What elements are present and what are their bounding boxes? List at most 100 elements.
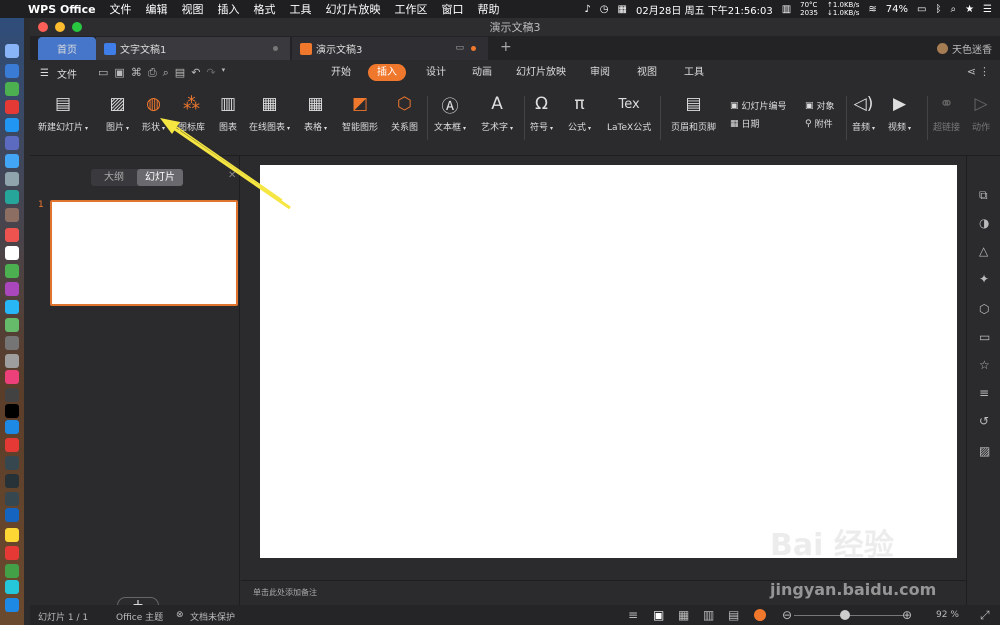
slide-number-button[interactable]: ▣ 幻灯片编号: [730, 99, 787, 113]
photos-icon[interactable]: [5, 282, 19, 296]
app-icon[interactable]: [5, 580, 19, 594]
icon-library-button[interactable]: ⁂ 图标库: [178, 94, 205, 133]
table-button[interactable]: ▦ 表格 ▾: [304, 94, 327, 133]
menu-edit[interactable]: 编辑: [146, 1, 168, 17]
tab-tools[interactable]: 工具: [675, 64, 713, 81]
print-preview-icon[interactable]: ⌕: [163, 66, 169, 80]
print-icon[interactable]: ⎙: [148, 66, 157, 80]
reading-view-icon[interactable]: ▥: [703, 608, 714, 622]
chart-button[interactable]: ▥ 图表: [219, 94, 237, 133]
slides-tab[interactable]: 幻灯片: [137, 169, 183, 186]
shapes-panel-icon[interactable]: ◑: [979, 216, 989, 230]
save-icon[interactable]: ▣: [114, 66, 124, 80]
datetime[interactable]: 02月28日 周五 下午21:56:03: [636, 2, 773, 17]
close-window-button[interactable]: [38, 22, 48, 32]
tab-home[interactable]: 首页: [38, 37, 96, 60]
wps-icon[interactable]: [5, 598, 19, 612]
terminal-icon[interactable]: [5, 456, 19, 470]
vpn-icon[interactable]: [5, 508, 19, 522]
object-button[interactable]: ▣ 对象: [805, 99, 835, 113]
app-name[interactable]: WPS Office: [28, 3, 96, 16]
calendar-app-icon[interactable]: [5, 228, 19, 242]
wordart-button[interactable]: A 艺术字 ▾: [481, 94, 513, 133]
bluetooth-icon[interactable]: ᛒ: [935, 4, 941, 15]
clock-icon[interactable]: ◷: [600, 4, 609, 15]
messages-icon[interactable]: [5, 300, 19, 314]
attachment-button[interactable]: ⚲ 附件: [805, 117, 833, 131]
tab-review[interactable]: 审阅: [581, 64, 619, 81]
app-icon[interactable]: [5, 154, 19, 168]
app-icon[interactable]: [5, 264, 19, 278]
notes-view-icon[interactable]: ≡: [628, 608, 638, 622]
file-menu-button[interactable]: ☰ 文件: [40, 66, 77, 81]
app-icon[interactable]: [5, 474, 19, 488]
tab-document-2[interactable]: 演示文稿3 ▭: [292, 37, 488, 60]
battery-percent[interactable]: 74%: [886, 4, 908, 15]
podcast-icon[interactable]: [5, 388, 19, 402]
menu-slideshow[interactable]: 幻灯片放映: [326, 1, 381, 17]
slide-canvas[interactable]: [260, 165, 957, 558]
app-icon[interactable]: [5, 190, 19, 204]
more-options-icon[interactable]: ⋮: [979, 65, 990, 78]
export-pdf-icon[interactable]: ▤: [175, 66, 185, 80]
app-icon[interactable]: [5, 528, 19, 542]
app-icon[interactable]: [5, 546, 19, 560]
app-icon[interactable]: [5, 438, 19, 452]
menu-insert[interactable]: 插入: [218, 1, 240, 17]
design-icon[interactable]: △: [979, 244, 988, 258]
app-icon[interactable]: [5, 208, 19, 222]
control-center-icon[interactable]: ☰: [983, 4, 992, 15]
zoom-in-icon[interactable]: ⊕: [902, 608, 912, 622]
notes-icon[interactable]: [5, 246, 19, 260]
outline-tab[interactable]: 大纲: [91, 169, 137, 186]
bell-icon[interactable]: ♪: [584, 4, 590, 15]
app-icon[interactable]: [5, 172, 19, 186]
android-icon[interactable]: [5, 82, 19, 96]
new-slide-button[interactable]: ▤ 新建幻灯片 ▾: [38, 94, 88, 133]
tab-design[interactable]: 设计: [417, 64, 455, 81]
app-icon[interactable]: [5, 336, 19, 350]
audio-button[interactable]: ◁) 音频 ▾: [852, 94, 875, 133]
tab-start[interactable]: 开始: [322, 64, 360, 81]
protect-status[interactable]: 文档未保护: [190, 610, 235, 623]
spotlight-icon[interactable]: ⌕: [950, 4, 956, 15]
zoom-slider-handle[interactable]: [840, 610, 850, 620]
tv-icon[interactable]: [5, 404, 19, 418]
menu-format[interactable]: 格式: [254, 1, 276, 17]
new-tab-button[interactable]: +: [500, 39, 512, 55]
app-icon[interactable]: [5, 354, 19, 368]
action-button[interactable]: ▷ 动作: [972, 94, 990, 133]
relation-chart-button[interactable]: ⬡ 关系图: [391, 94, 418, 133]
theme-name[interactable]: Office 主题: [116, 610, 163, 623]
formula-button[interactable]: π 公式 ▾: [568, 94, 591, 133]
chrome-icon[interactable]: [5, 118, 19, 132]
symbol-button[interactable]: Ω 符号 ▾: [530, 94, 553, 133]
zoom-level[interactable]: 92 %: [936, 610, 959, 620]
sorter-view-icon[interactable]: ▦: [678, 608, 689, 622]
facetime-icon[interactable]: [5, 318, 19, 332]
wifi-icon[interactable]: ≋: [868, 4, 876, 15]
share-icon[interactable]: ⋖: [967, 65, 976, 78]
undo-icon[interactable]: ↶: [191, 66, 200, 80]
play-slideshow-button[interactable]: [754, 609, 766, 621]
date-button[interactable]: ▦ 日期: [730, 117, 760, 131]
video-button[interactable]: ▶ 视频 ▾: [888, 94, 911, 133]
tab-close-icon[interactable]: [273, 46, 278, 51]
app-icon[interactable]: [5, 492, 19, 506]
calendar-icon[interactable]: ▦: [618, 4, 627, 15]
tab-insert[interactable]: 插入: [368, 64, 406, 81]
online-chart-button[interactable]: ▦ 在线图表 ▾: [249, 94, 290, 133]
tab-document-1[interactable]: 文字文稿1: [96, 37, 290, 60]
menu-view[interactable]: 视图: [182, 1, 204, 17]
tab-animation[interactable]: 动画: [463, 64, 501, 81]
normal-view-icon[interactable]: ▣: [653, 608, 664, 622]
redo-icon[interactable]: ↷: [206, 66, 215, 80]
object-property-icon[interactable]: ⧉: [979, 188, 988, 203]
app-icon[interactable]: [5, 136, 19, 150]
picture-button[interactable]: ▨ 图片 ▾: [106, 94, 129, 133]
menu-window[interactable]: 窗口: [442, 1, 464, 17]
smart-art-button[interactable]: ◩ 智能图形: [342, 94, 378, 133]
minimize-window-button[interactable]: [55, 22, 65, 32]
close-panel-icon[interactable]: ✕: [228, 170, 236, 181]
zoom-out-icon[interactable]: ⊖: [782, 608, 792, 622]
